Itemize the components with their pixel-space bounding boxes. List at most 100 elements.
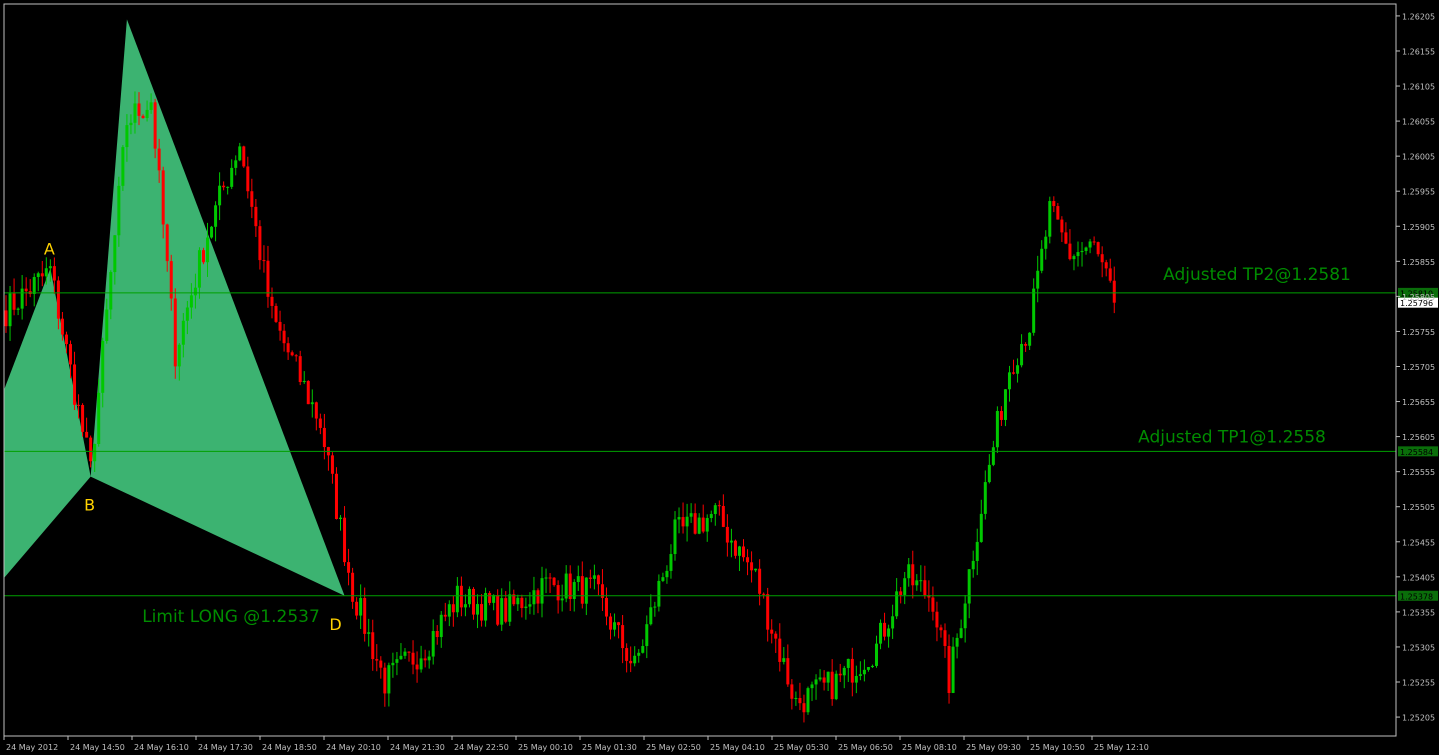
candle-body-bear: [774, 633, 778, 639]
candle-body-bull: [36, 273, 40, 278]
candle-body-bear: [1068, 243, 1072, 260]
y-tick-label: 1.25905: [1402, 223, 1435, 232]
candle-body-bear: [717, 505, 721, 507]
candle-body-bear: [165, 224, 169, 262]
y-tick-label: 1.25705: [1402, 363, 1435, 372]
x-tick-label: 25 May 08:10: [902, 743, 957, 752]
candle-body-bear: [1100, 254, 1104, 263]
candle-body-bull: [214, 205, 218, 227]
candle-body-bear: [242, 146, 246, 167]
candle-body-bull: [463, 604, 467, 608]
candle-body-bear: [504, 598, 508, 622]
candle-body-bull: [637, 652, 641, 656]
candle-body-bull: [814, 679, 818, 685]
candle-body-bull: [210, 226, 214, 238]
candle-body-bull: [403, 651, 407, 656]
candle-body-bull: [467, 588, 471, 605]
candle-body-bull: [121, 147, 125, 186]
candle-body-bear: [850, 658, 854, 683]
candle-body-bear: [355, 601, 359, 616]
candle-body-bull: [1032, 288, 1036, 333]
candle-body-bear: [56, 280, 60, 319]
y-tick-label: 1.26155: [1402, 47, 1435, 56]
candle-body-bull: [524, 606, 528, 609]
candle-body-bull: [572, 582, 576, 600]
candle-body-bull: [737, 546, 741, 556]
candle-body-bear: [266, 260, 270, 297]
candle-body-bull: [1007, 372, 1011, 390]
candle-body-bull: [963, 603, 967, 629]
candle-body-bull: [657, 580, 661, 607]
x-tick-label: 25 May 00:10: [518, 743, 573, 752]
x-tick-label: 25 May 01:30: [582, 743, 637, 752]
candle-body-bear: [40, 273, 44, 277]
candle-body-bear: [85, 431, 89, 438]
candle-body-bull: [367, 632, 371, 634]
candle-body-bear: [588, 577, 592, 579]
candle-body-bull: [528, 604, 532, 607]
candle-body-bull: [782, 658, 786, 662]
candle-body-bear: [451, 604, 455, 613]
candle-body-bull: [806, 688, 810, 713]
candle-body-bear: [629, 660, 633, 664]
candle-body-bear: [435, 630, 439, 638]
candle-body-bull: [48, 266, 52, 269]
candle-body-bull: [109, 272, 113, 310]
candle-body-bull: [955, 637, 959, 647]
y-tick-label: 1.26105: [1402, 83, 1435, 92]
candle-body-bull: [105, 309, 109, 341]
candle-body-bull: [431, 630, 435, 657]
candle-body-bear: [173, 298, 177, 367]
candle-body-bull: [101, 340, 105, 393]
candle-body-bear: [496, 595, 500, 625]
candle-body-bull: [613, 622, 617, 630]
candle-body-bear: [375, 659, 379, 661]
y-tick-label: 1.25755: [1402, 328, 1435, 337]
candle-body-bull: [705, 518, 709, 532]
candle-body-bear: [371, 632, 375, 660]
x-tick-label: 24 May 22:50: [454, 743, 509, 752]
candle-body-bull: [995, 411, 999, 448]
candle-body-bull: [129, 122, 133, 126]
y-tick-label: 1.25455: [1402, 538, 1435, 547]
candle-body-bull: [181, 320, 185, 345]
candle-body-bull: [592, 575, 596, 579]
candle-body-bull: [302, 380, 306, 383]
candle-body-bull: [1044, 236, 1048, 249]
candle-body-bull: [983, 482, 987, 514]
candle-body-bull: [516, 597, 520, 605]
candle-body-bear: [270, 296, 274, 306]
candle-body-bear: [153, 102, 157, 149]
candle-body-bull: [387, 665, 391, 694]
candle-body-bull: [500, 598, 504, 625]
candle-body-bull: [145, 109, 149, 119]
candle-body-bear: [830, 671, 834, 700]
candle-body-bull: [32, 277, 36, 294]
candle-body-bull: [193, 287, 197, 296]
x-tick-label: 25 May 10:50: [1030, 743, 1085, 752]
candle-body-bull: [125, 125, 129, 148]
candle-body-bull: [310, 402, 314, 405]
candle-body-bull: [540, 578, 544, 604]
candle-body-bull: [97, 392, 101, 444]
candle-body-bear: [911, 564, 915, 586]
candle-body-bear: [1012, 372, 1016, 374]
candle-body-bear: [609, 616, 613, 630]
candle-body-bull: [20, 288, 24, 309]
candle-body-bear: [693, 513, 697, 534]
candle-body-bull: [951, 646, 955, 693]
candle-body-bull: [862, 669, 866, 675]
candle-body-bear: [290, 352, 294, 356]
candle-body-bull: [564, 573, 568, 599]
x-tick-label: 25 May 09:30: [966, 743, 1021, 752]
x-tick-label: 25 May 05:30: [774, 743, 829, 752]
candle-body-bull: [669, 554, 673, 571]
candle-body-bull: [887, 628, 891, 637]
candle-body-bull: [584, 577, 588, 604]
price-chart[interactable]: Adjusted TP2@1.25811.25810Adjusted TP1@1…: [0, 0, 1439, 755]
candle-body-bull: [866, 667, 870, 670]
candle-body-bear: [330, 455, 334, 474]
candle-body-bull: [177, 344, 181, 367]
candle-body-bull: [447, 604, 451, 617]
candle-body-bear: [60, 318, 64, 335]
